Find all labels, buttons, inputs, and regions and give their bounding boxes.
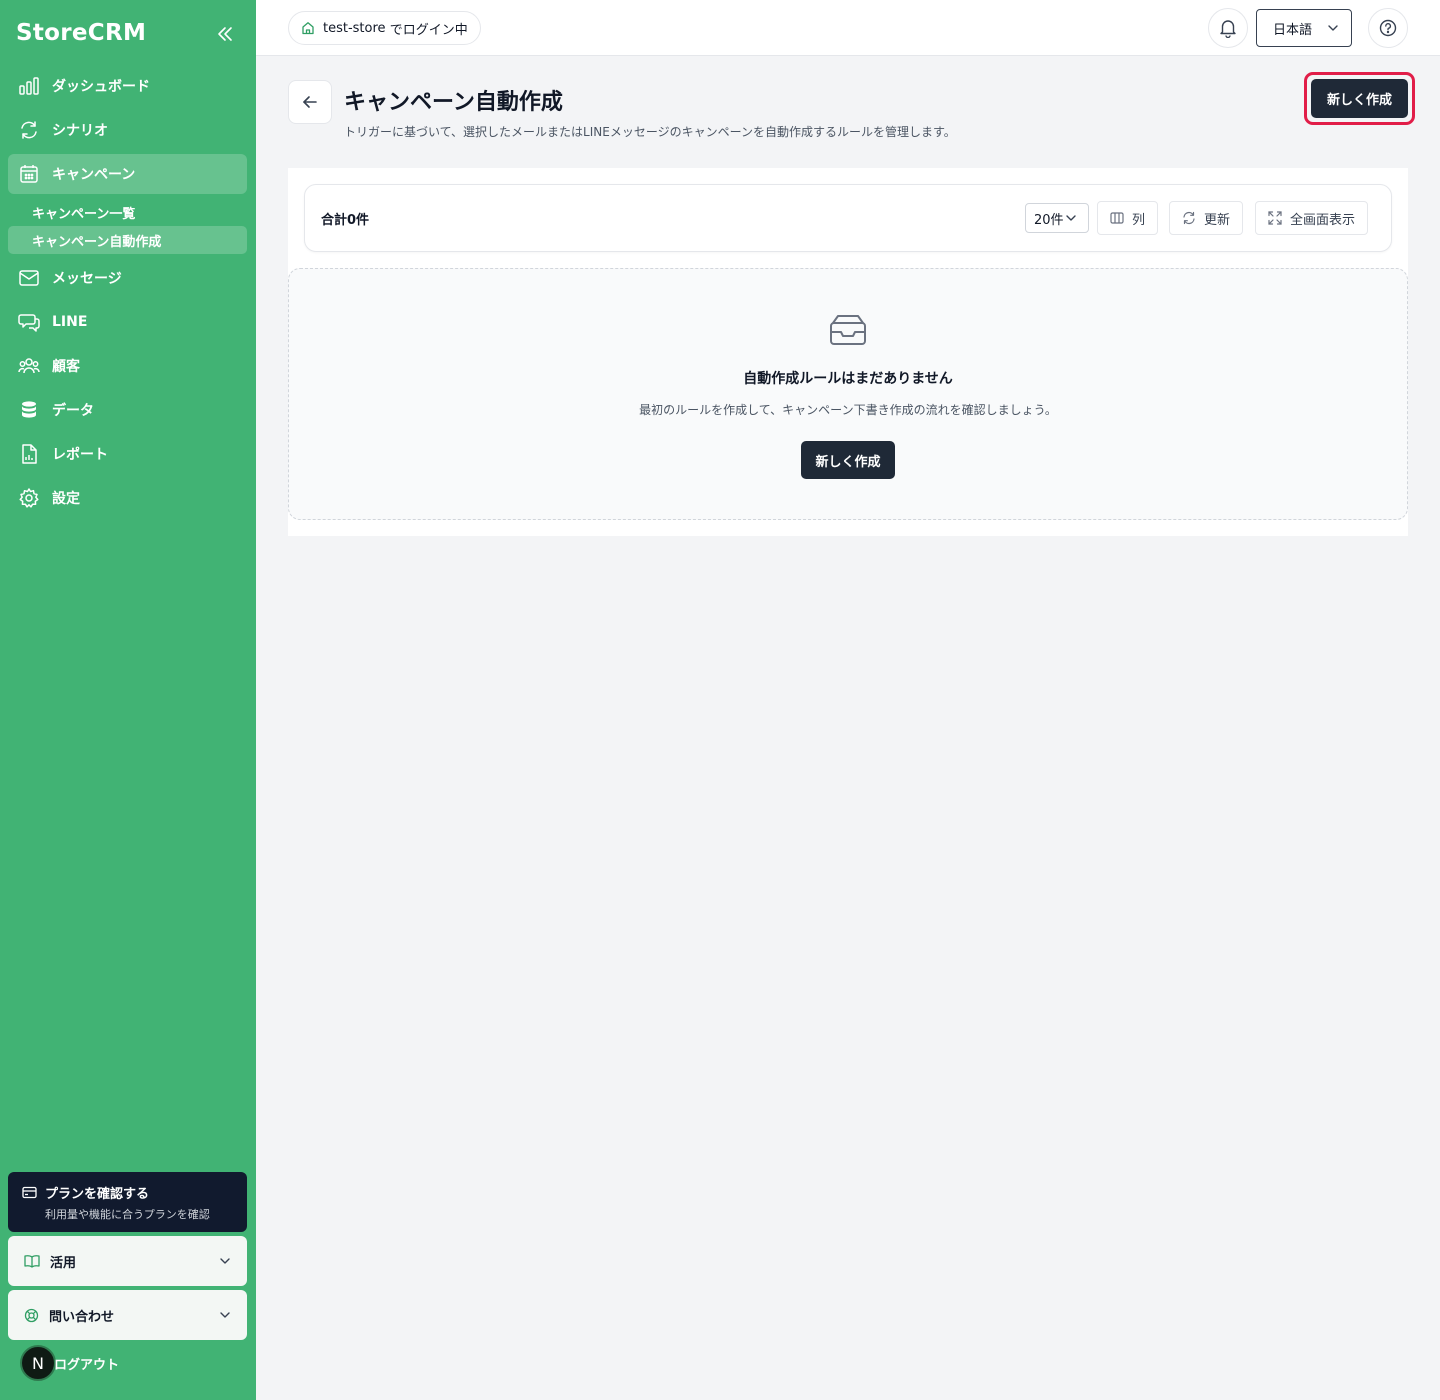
chevron-down-icon [219,1257,231,1265]
fullscreen-button[interactable]: 全画面表示 [1255,201,1369,235]
fullscreen-icon [1268,211,1282,225]
sidebar-item-line[interactable]: LINE [8,302,247,342]
sidebar-item-label: メッセージ [52,271,122,287]
store-login-indicator: test-store でログイン中 [288,11,481,45]
chevron-down-icon [219,1311,231,1319]
sidebar-item-label: ダッシュボード [52,79,150,95]
collapse-sidebar-button[interactable] [214,24,236,44]
table-toolbar: 合計0件 20件 列 更新 全画面表示 [304,184,1392,252]
sidebar-item-campaign[interactable]: キャンペーン [8,154,247,194]
sidebar-subitem-campaign-auto[interactable]: キャンペーン自動作成 [8,226,247,254]
sidebar-nav: ダッシュボード シナリオ キャンペーン キャンペーン一覧 キャンペーン自動作成 … [8,66,247,522]
total-count: 合計0件 [321,213,370,228]
page-description: トリガーに基づいて、選択したメールまたはLINEメッセージのキャンペーンを自動作… [344,125,956,139]
empty-state-create-button[interactable]: 新しく作成 [801,441,895,479]
sidebar-item-settings[interactable]: 設定 [8,478,247,518]
back-button[interactable] [288,80,332,124]
campaign-subnav: キャンペーン一覧 キャンペーン自動作成 [8,198,247,254]
credit-card-icon [22,1186,37,1199]
language-value: 日本語 [1273,22,1313,38]
create-button-highlight: 新しく作成 [1304,72,1415,125]
empty-state: 自動作成ルールはまだありません 最初のルールを作成して、キャンペーン下書き作成の… [288,268,1408,520]
columns-icon [1110,212,1124,224]
lifebuoy-icon [24,1308,39,1323]
rules-panel: 合計0件 20件 列 更新 全画面表示 自動作成ルールはまだありません 最初のル… [288,168,1408,536]
plan-card[interactable]: プランを確認する 利用量や機能に合うプランを確認 [8,1172,247,1232]
sidebar: StoreCRM ダッシュボード シナリオ キャンペーン キャンペーン一覧 キャ… [0,0,256,1400]
sidebar-item-customers[interactable]: 顧客 [8,346,247,386]
columns-label: 列 [1132,212,1146,228]
refresh-cycle-icon [18,119,40,141]
chevron-down-icon [1328,25,1338,31]
refresh-button[interactable]: 更新 [1169,201,1244,235]
refresh-label: 更新 [1204,212,1231,228]
brand-logo: StoreCRM [16,20,147,46]
usage-label: 活用 [50,1255,77,1271]
logout-label: ログアウト [54,1357,120,1373]
logout-button[interactable]: N ログアウト [20,1344,119,1382]
login-status: でログイン中 [389,22,468,38]
sidebar-item-label: データ [52,403,94,419]
notifications-button[interactable] [1208,8,1248,48]
store-name: test-store [323,20,386,36]
mail-icon [18,267,40,289]
plan-subtitle: 利用量や機能に合うプランを確認 [45,1208,210,1221]
contact-label: 問い合わせ [49,1309,115,1325]
page-size-value: 20件 [1034,212,1064,228]
gear-icon [18,487,40,509]
fullscreen-label: 全画面表示 [1290,212,1356,228]
inbox-icon [830,315,866,345]
users-icon [18,355,40,377]
sidebar-item-label: キャンペーン [52,167,136,183]
bell-icon [1220,20,1236,38]
plan-title: プランを確認する [45,1187,150,1202]
contact-accordion[interactable]: 問い合わせ [8,1290,247,1340]
chat-bubbles-icon [18,311,40,333]
sidebar-item-label: レポート [52,447,108,463]
calendar-icon [18,163,40,185]
avatar: N [20,1345,56,1381]
help-icon [1379,19,1397,37]
topbar: test-store でログイン中 日本語 [256,0,1440,56]
empty-state-description: 最初のルールを作成して、キャンペーン下書き作成の流れを確認しましょう。 [639,403,1057,417]
bar-chart-icon [18,75,40,97]
sidebar-item-label: シナリオ [52,123,108,139]
page-size-select[interactable]: 20件 [1025,203,1089,233]
book-icon [24,1254,40,1268]
sidebar-item-label: 設定 [52,491,80,507]
create-new-button[interactable]: 新しく作成 [1311,79,1408,118]
sidebar-item-data[interactable]: データ [8,390,247,430]
help-button[interactable] [1368,8,1408,48]
language-select[interactable]: 日本語 [1256,9,1352,47]
sidebar-item-scenario[interactable]: シナリオ [8,110,247,150]
home-icon [301,21,315,35]
sidebar-item-report[interactable]: レポート [8,434,247,474]
database-icon [18,399,40,421]
double-chevron-left-icon [218,27,232,41]
report-file-icon [18,443,40,465]
sidebar-item-dashboard[interactable]: ダッシュボード [8,66,247,106]
sidebar-item-label: 顧客 [52,359,80,375]
columns-button[interactable]: 列 [1097,201,1159,235]
sidebar-item-message[interactable]: メッセージ [8,258,247,298]
chevron-down-icon [1065,215,1076,221]
refresh-icon [1182,211,1196,225]
usage-accordion[interactable]: 活用 [8,1236,247,1286]
sidebar-subitem-campaign-list[interactable]: キャンペーン一覧 [8,198,247,226]
sidebar-item-label: LINE [52,314,88,330]
empty-state-title: 自動作成ルールはまだありません [743,371,953,387]
page-title: キャンペーン自動作成 [344,90,563,115]
arrow-left-icon [303,96,317,108]
